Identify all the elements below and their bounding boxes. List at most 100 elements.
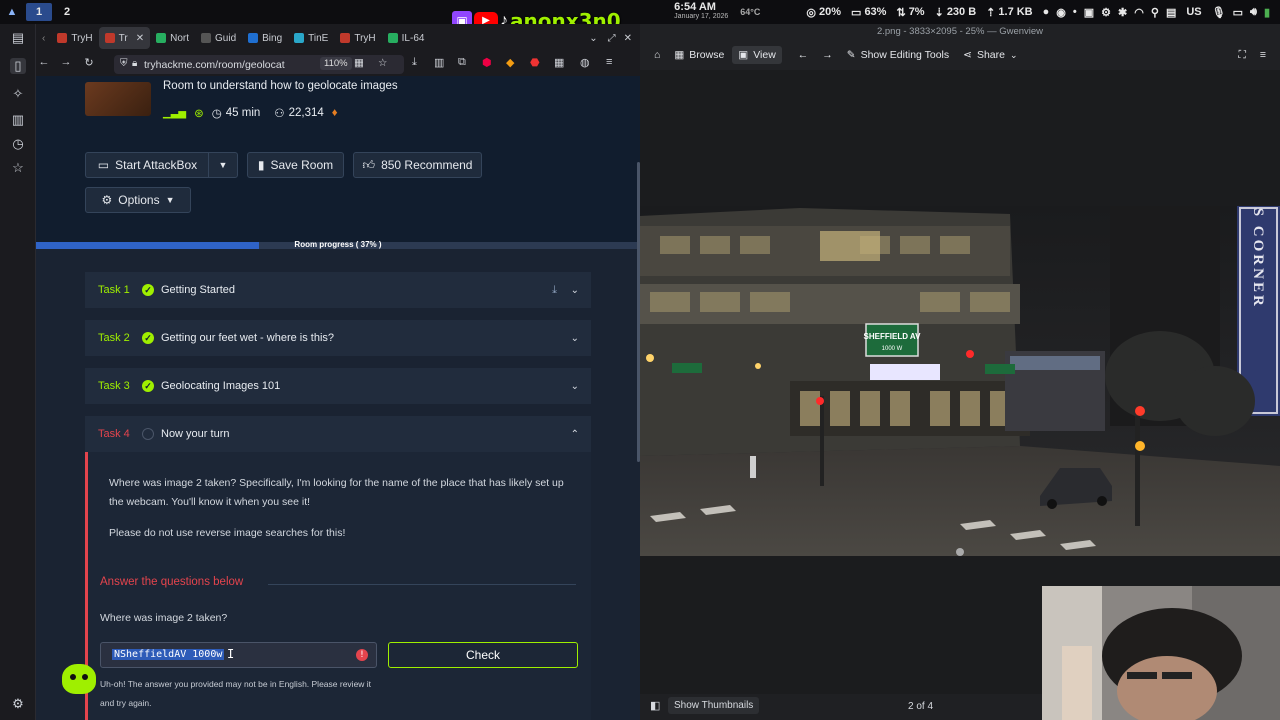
task-3-header[interactable]: Task 3 ✓ Geolocating Images 101 ⌄ [85,368,591,404]
chevron-down-icon[interactable]: ⌄ [571,333,579,344]
tab-tryhackme-1[interactable]: TryH [51,27,98,49]
battery-icon[interactable]: ▮ [1264,6,1270,19]
downloads-icon[interactable]: ⤓ [412,56,417,69]
screen-icon[interactable]: ▭ [1233,6,1243,19]
tray-icons[interactable]: ● ◉ • ▣ ⚙ ✱ ◠ ⚲ ▤ [1043,6,1177,19]
window-close-icon[interactable]: ✕ [624,33,632,44]
net-down-readout: ⇣ 230 B [935,6,977,19]
sidebar-toggle-icon[interactable]: ◧ [650,699,660,712]
tab-nort[interactable]: Nort [150,27,195,49]
volume-icon[interactable]: 🔊︎ [1250,6,1257,19]
task-4-header[interactable]: Task 4 Now your turn ⌃ [85,416,591,452]
url-bar[interactable]: ⛨ 🔒︎ tryhackme.com/room/geolocat 110% ▦ … [114,55,404,74]
tab-bing[interactable]: Bing [242,27,288,49]
previous-button[interactable]: ← [792,46,815,64]
displayed-image[interactable]: SHEFFIELD AV 1000 W SPORTS CORNER [640,206,1280,556]
location-icon[interactable]: ⚲ [1151,6,1159,19]
pencil-icon: ✎ [846,49,856,61]
task-2-header[interactable]: Task 2 ✓ Getting our feet wet - where is… [85,320,591,356]
star-icon[interactable]: ☆ [10,160,26,176]
tab-tryhackme-active[interactable]: Tr ✕ [98,27,151,49]
url-text[interactable]: tryhackme.com/room/geolocat [144,59,285,71]
tab-close-icon[interactable]: ✕ [136,33,144,44]
browse-button[interactable]: ▦ Browse [668,46,730,64]
github-icon[interactable]: ◉ [1056,6,1066,19]
extensions-grid-icon[interactable]: ▦ [554,56,564,69]
extension-icon[interactable]: ✧ [10,86,26,102]
mic-icon[interactable]: 🎙︎ [1212,6,1226,19]
tab-list-icon[interactable]: ⌄ [589,33,597,44]
net-up-value: 1.7 KB [998,6,1033,18]
wifi-icon[interactable]: ◠ [1134,6,1144,19]
tab-scroll-left-icon[interactable]: ‹ [42,33,45,44]
hamburger-menu-button[interactable]: ≡ [1254,46,1272,64]
attackbox-dropdown-button[interactable]: ▼ [208,152,238,178]
bookmark-icon: ▮ [257,158,265,172]
tab-tineye[interactable]: TinE [288,27,334,49]
lock-icon[interactable]: 🔒︎ [132,58,137,69]
check-answer-button[interactable]: Check [388,642,578,668]
foxyproxy-icon[interactable]: ⬣ [530,56,540,69]
show-thumbnails-button[interactable]: Show Thumbnails [668,697,760,714]
share-button[interactable]: ⋖ Share ⌄ [957,46,1023,64]
shield-icon[interactable]: ⛨ [120,58,128,69]
net-down-value: 230 B [946,6,977,18]
window-restore-icon[interactable]: ⤢ [608,33,616,44]
hamburger-menu-icon[interactable]: ≡ [606,56,612,68]
sidebar-toggle-icon[interactable]: ▯ [10,58,26,74]
view-button[interactable]: ▣ View [732,46,782,64]
chevron-down-icon[interactable]: ⌄ [571,381,579,392]
library-icon[interactable]: ▥ [434,56,444,69]
reload-icon[interactable]: ↻ [81,56,97,69]
ublock-icon[interactable]: ⬢ [482,56,492,69]
home-button[interactable]: ⌂ [648,46,666,64]
answer-input[interactable]: NSheffieldAV 1000w I ! [100,642,377,668]
user-icon[interactable]: ● [1043,6,1050,18]
chevron-down-icon[interactable]: ⌄ [571,285,579,296]
tab-favicon [340,33,351,43]
answer-input-value[interactable]: NSheffieldAV 1000w [112,649,225,660]
recommend-button[interactable]: 👍︎ 850 Recommend [353,152,482,178]
task-1-header[interactable]: Task 1 ✓ Getting Started ⤓ ⌄ [85,272,591,308]
window-icon[interactable]: ▣ [1084,6,1094,19]
tab-il64[interactable]: IL-64 [382,27,431,49]
tray-icons-right[interactable]: 🎙︎ ▭ 🔊︎ ▮ [1212,6,1270,19]
chevron-up-icon[interactable]: ⌃ [571,429,579,440]
options-button[interactable]: ⚙ Options ▼ [85,187,191,213]
settings-gear-icon[interactable]: ⚙ [10,696,26,712]
extension-puzzle-icon[interactable]: ⧉ [458,56,466,69]
bookmarks-icon[interactable]: ▥ [10,112,26,128]
cpu-readout: ◎ 20% [806,6,841,19]
clock: 6:54 AM January 17, 2026 [674,2,728,22]
start-attackbox-button[interactable]: ▭ Start AttackBox [85,152,209,178]
reader-grid-icon[interactable]: ▦ [354,57,364,69]
history-panel-icon[interactable]: ▤ [10,30,26,46]
download-icon[interactable]: ⤓ [552,284,557,297]
history-icon[interactable]: ◷ [10,136,26,152]
dot-icon[interactable]: • [1073,6,1077,18]
webcam-feed [1042,586,1280,720]
wappalyzer-icon[interactable]: ◆ [506,56,514,69]
next-button[interactable]: → [816,46,839,64]
workspace-1[interactable]: 1 [26,3,52,21]
show-editing-tools-button[interactable]: ✎ Show Editing Tools [841,46,955,64]
vpn-icon[interactable]: ◍ [580,56,590,69]
bluetooth-icon[interactable]: ✱ [1118,6,1127,19]
thumbs-up-icon: 👍︎ [362,157,376,172]
tab-guid[interactable]: Guid [195,27,242,49]
back-arrow-icon[interactable]: ← [36,56,52,68]
settings-icon[interactable]: ⚙ [1101,6,1111,19]
bookmark-star-icon[interactable]: ☆ [378,57,387,69]
tab-tryhackme-2[interactable]: TryH [334,27,381,49]
workspace-2[interactable]: 2 [54,3,80,21]
clipboard-icon[interactable]: ▤ [1166,6,1176,19]
fullscreen-button[interactable]: ⛶ [1233,46,1252,65]
mem-value: 63% [864,6,887,18]
zoom-level-badge[interactable]: 110% [320,57,352,70]
forward-arrow-icon[interactable]: → [58,56,74,68]
load-value: 7% [908,6,925,18]
save-room-button[interactable]: ▮ Save Room [247,152,344,178]
streamer-webcam [1042,586,1280,720]
tryhackme-mascot-icon[interactable] [62,664,96,694]
keyboard-layout[interactable]: US [1186,6,1201,18]
